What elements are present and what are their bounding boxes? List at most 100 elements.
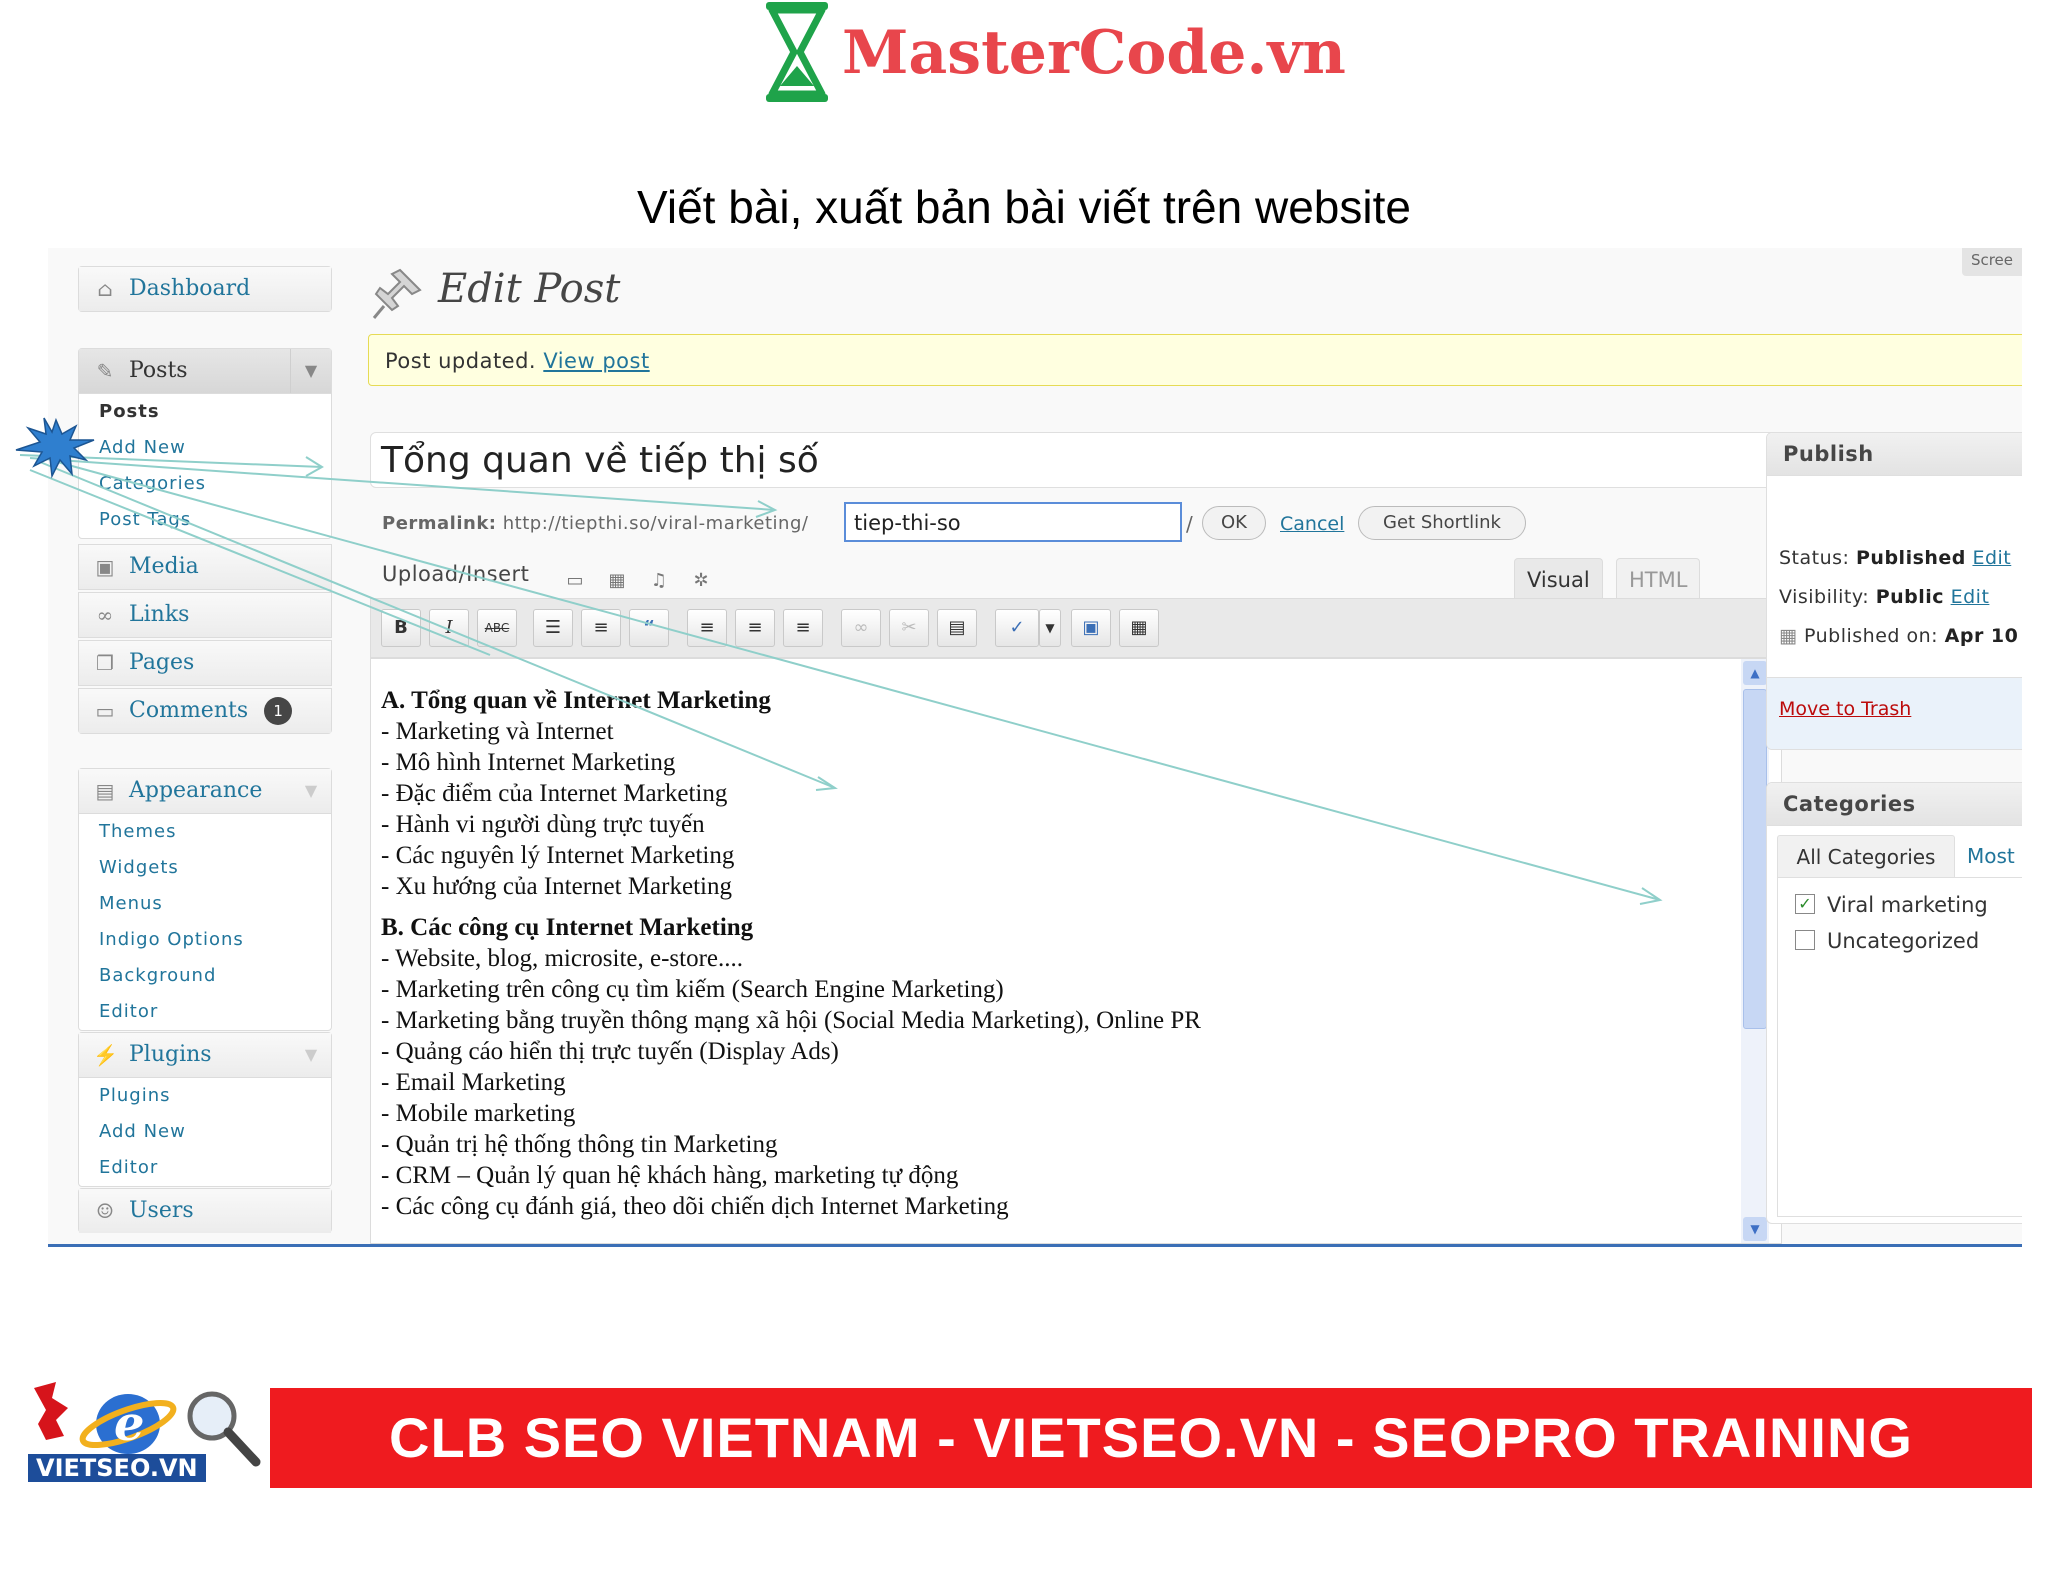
menu-dashboard[interactable]: ⌂ Dashboard xyxy=(78,266,332,312)
users-icon: ☺ xyxy=(96,1199,114,1223)
permalink-base: http://tiepthi.so/viral-marketing/ xyxy=(502,513,809,534)
content-heading: B. Các công cụ Internet Marketing xyxy=(381,914,754,941)
chevron-down-icon[interactable]: ▼ xyxy=(291,769,331,813)
view-post-link[interactable]: View post xyxy=(543,349,649,373)
update-notice: Post updated. View post xyxy=(368,334,2022,386)
add-audio-icon[interactable]: ♫ xyxy=(646,570,672,592)
insert-link-icon[interactable]: ∞ xyxy=(841,609,881,647)
submenu-indigo-options[interactable]: Indigo Options xyxy=(79,922,331,958)
content-line: - Marketing trên công cụ tìm kiếm (Searc… xyxy=(381,976,1004,1003)
editor-content-area[interactable]: A. Tổng quan về Internet Marketing - Mar… xyxy=(370,658,1782,1244)
content-line: - Xu hướng của Internet Marketing xyxy=(381,873,732,900)
menu-users[interactable]: ☺ Users xyxy=(78,1188,332,1233)
chevron-down-icon[interactable]: ▼ xyxy=(290,349,331,393)
align-right-icon[interactable]: ≡ xyxy=(783,609,823,647)
brand-name: MasterCode.vn xyxy=(842,18,1346,88)
scroll-thumb[interactable] xyxy=(1743,689,1767,1029)
permalink-ok-button[interactable]: OK xyxy=(1202,506,1266,540)
tab-visual[interactable]: Visual xyxy=(1514,558,1603,601)
edit-visibility-link[interactable]: Edit xyxy=(1951,586,1990,608)
status-label: Status: xyxy=(1779,547,1850,569)
screen-options-tab[interactable]: Scree xyxy=(1962,248,2022,276)
add-video-icon[interactable]: ▦ xyxy=(604,570,630,592)
category-uncategorized[interactable]: Uncategorized xyxy=(1795,929,1979,953)
blockquote-icon[interactable]: “ xyxy=(629,609,669,647)
move-to-trash-link[interactable]: Move to Trash xyxy=(1779,698,1911,720)
submenu-post-tags[interactable]: Post Tags xyxy=(79,502,331,538)
submenu-widgets[interactable]: Widgets xyxy=(79,850,331,886)
publish-actions: Move to Trash xyxy=(1767,677,2022,749)
edit-status-link[interactable]: Edit xyxy=(1972,547,2011,569)
post-title-input[interactable]: Tổng quan về tiếp thị số xyxy=(370,432,1778,488)
italic-button[interactable]: I xyxy=(429,609,469,647)
menu-links[interactable]: ∞ Links xyxy=(78,592,332,638)
tab-html[interactable]: HTML xyxy=(1616,558,1701,601)
menu-media-label: Media xyxy=(129,554,199,579)
category-viral-marketing[interactable]: ✓ Viral marketing xyxy=(1795,893,1988,917)
strikethrough-button[interactable]: ABC xyxy=(477,609,517,647)
menu-plugins: ⚡ Plugins ▼ Plugins Add New Editor xyxy=(78,1032,332,1187)
content-line: - Website, blog, microsite, e-store.... xyxy=(381,945,744,972)
content-line: - Mô hình Internet Marketing xyxy=(381,749,676,776)
bold-button[interactable]: B xyxy=(381,609,421,647)
submenu-add-new-plugin[interactable]: Add New xyxy=(79,1114,331,1150)
get-shortlink-button[interactable]: Get Shortlink xyxy=(1358,506,1526,540)
visibility-row: Visibility: Public Edit xyxy=(1779,586,1989,608)
submenu-editor[interactable]: Editor xyxy=(79,994,331,1030)
fullscreen-icon[interactable]: ▣ xyxy=(1071,609,1111,647)
scroll-up-icon[interactable]: ▲ xyxy=(1743,661,1767,685)
menu-links-label: Links xyxy=(129,602,190,627)
unlink-icon[interactable]: ✂ xyxy=(889,609,929,647)
checkbox-icon[interactable] xyxy=(1795,930,1815,950)
add-media-icon[interactable]: ✲ xyxy=(688,570,714,592)
link-icon: ∞ xyxy=(96,603,114,627)
submenu-background[interactable]: Background xyxy=(79,958,331,994)
permalink-cancel-link[interactable]: Cancel xyxy=(1280,502,1344,546)
chevron-down-icon[interactable]: ▼ xyxy=(291,1033,331,1077)
tab-all-categories[interactable]: All Categories xyxy=(1777,835,1955,878)
menu-posts-head[interactable]: ✎ Posts ▼ xyxy=(79,349,331,394)
submenu-themes[interactable]: Themes xyxy=(79,814,331,850)
menu-appearance-label: Appearance xyxy=(129,778,263,803)
notice-text: Post updated. xyxy=(385,349,537,373)
kitchen-sink-icon[interactable]: ▦ xyxy=(1119,609,1159,647)
visibility-label: Visibility: xyxy=(1779,586,1870,608)
submenu-menus[interactable]: Menus xyxy=(79,886,331,922)
submenu-plugins[interactable]: Plugins xyxy=(79,1078,331,1114)
menu-plugins-head[interactable]: ⚡ Plugins ▼ xyxy=(79,1033,331,1078)
submenu-categories[interactable]: Categories xyxy=(79,466,331,502)
add-image-icon[interactable]: ▭ xyxy=(562,570,588,592)
upload-insert-label: Upload/Insert xyxy=(382,562,530,586)
menu-comments[interactable]: ▭ Comments 1 xyxy=(78,688,332,734)
permalink-slug-input[interactable]: tiep-thi-so xyxy=(844,502,1182,542)
checkbox-checked-icon[interactable]: ✓ xyxy=(1795,894,1815,914)
spellcheck-dropdown-icon[interactable]: ▼ xyxy=(1039,609,1061,647)
submenu-plugin-editor[interactable]: Editor xyxy=(79,1150,331,1186)
calendar-icon: ▦ xyxy=(1779,625,1798,647)
wp-admin-screenshot: ⌂ Dashboard ✎ Posts ▼ Posts Add New Cate… xyxy=(48,248,2022,1247)
menu-appearance-head[interactable]: ▤ Appearance ▼ xyxy=(79,769,331,814)
categories-box: Categories All Categories Most ✓ Viral ma… xyxy=(1766,782,2022,1224)
published-on-value: Apr 10 xyxy=(1944,625,2019,647)
align-center-icon[interactable]: ≡ xyxy=(735,609,775,647)
content-line: - Các công cụ đánh giá, theo dõi chiến d… xyxy=(381,1193,1009,1220)
submenu-add-new[interactable]: Add New xyxy=(79,430,331,466)
menu-separator xyxy=(78,322,330,330)
spellcheck-icon[interactable]: ✓ xyxy=(995,609,1039,647)
align-left-icon[interactable]: ≡ xyxy=(687,609,727,647)
content-line: - Mobile marketing xyxy=(381,1100,576,1127)
content-line: - Quảng cáo hiển thị trực tuyến (Display… xyxy=(381,1038,839,1065)
tab-most-used[interactable]: Most xyxy=(1967,835,2015,877)
editor-scrollbar[interactable]: ▲ ▼ xyxy=(1741,659,1769,1243)
bullet-list-icon[interactable]: ☰ xyxy=(533,609,573,647)
insert-more-icon[interactable]: ▤ xyxy=(937,609,977,647)
status-value: Published xyxy=(1856,547,1966,569)
menu-pages[interactable]: ❐ Pages xyxy=(78,640,332,686)
numbered-list-icon[interactable]: ≡ xyxy=(581,609,621,647)
submenu-posts[interactable]: Posts xyxy=(79,394,331,430)
comment-icon: ▭ xyxy=(95,699,115,723)
menu-media[interactable]: ▣ Media xyxy=(78,544,332,590)
content-line: - Hành vi người dùng trực tuyến xyxy=(381,811,705,838)
pages-icon: ❐ xyxy=(96,651,114,675)
scroll-down-icon[interactable]: ▼ xyxy=(1743,1217,1767,1241)
